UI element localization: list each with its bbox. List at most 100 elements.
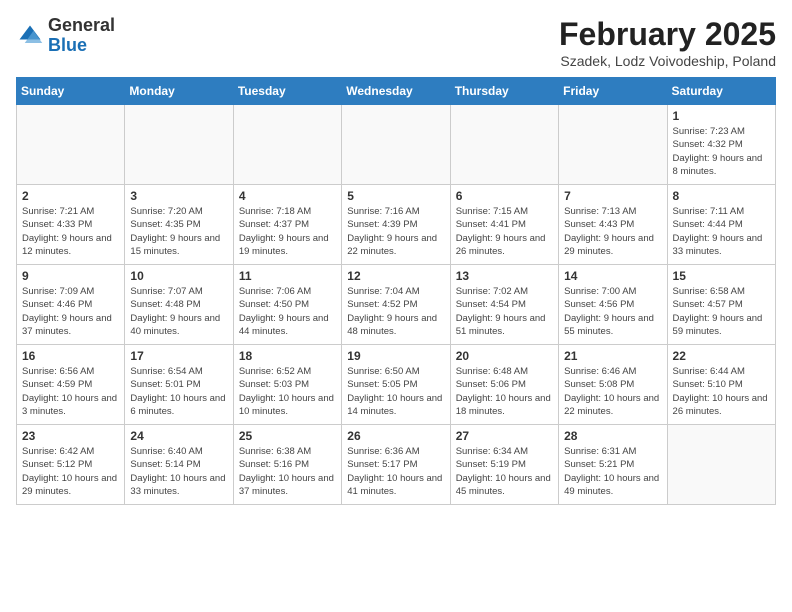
- day-info: Sunrise: 6:48 AMSunset: 5:06 PMDaylight:…: [456, 365, 553, 418]
- calendar-cell: [450, 105, 558, 185]
- calendar-cell: 7 Sunrise: 7:13 AMSunset: 4:43 PMDaylight…: [559, 185, 667, 265]
- logo-general: General: [48, 15, 115, 35]
- title-area: February 2025 Szadek, Lodz Voivodeship, …: [559, 16, 776, 69]
- day-info: Sunrise: 6:36 AMSunset: 5:17 PMDaylight:…: [347, 445, 444, 498]
- calendar-cell: 3Sunrise: 7:20 AMSunset: 4:35 PMDaylight…: [125, 185, 233, 265]
- day-number: 6: [456, 189, 553, 203]
- day-info: Sunrise: 7:16 AMSunset: 4:39 PMDaylight:…: [347, 205, 444, 258]
- day-info: Sunrise: 6:34 AMSunset: 5:19 PMDaylight:…: [456, 445, 553, 498]
- day-number: 1: [673, 109, 770, 123]
- day-info: Sunrise: 6:58 AMSunset: 4:57 PMDaylight:…: [673, 285, 770, 338]
- calendar-cell: [233, 105, 341, 185]
- calendar-cell: [17, 105, 125, 185]
- day-number: 28: [564, 429, 661, 443]
- day-number: 16: [22, 349, 119, 363]
- day-number: 17: [130, 349, 227, 363]
- calendar-cell: 28Sunrise: 6:31 AMSunset: 5:21 PMDayligh…: [559, 425, 667, 505]
- day-info: Sunrise: 7:23 AMSunset: 4:32 PMDaylight:…: [673, 125, 770, 178]
- calendar-table: SundayMondayTuesdayWednesdayThursdayFrid…: [16, 77, 776, 505]
- day-number: 19: [347, 349, 444, 363]
- day-number: 14: [564, 269, 661, 283]
- day-info: Sunrise: 6:44 AMSunset: 5:10 PMDaylight:…: [673, 365, 770, 418]
- day-info: Sunrise: 7:13 AMSunset: 4:43 PMDaylight:…: [564, 205, 661, 258]
- day-number: 11: [239, 269, 336, 283]
- calendar-cell: 27 Sunrise: 6:34 AMSunset: 5:19 PMDayligh…: [450, 425, 558, 505]
- day-number: 26: [347, 429, 444, 443]
- calendar-cell: 9 Sunrise: 7:09 AMSunset: 4:46 PMDaylight…: [17, 265, 125, 345]
- calendar-week-row: 23 Sunrise: 6:42 AMSunset: 5:12 PMDayligh…: [17, 425, 776, 505]
- weekday-header-tuesday: Tuesday: [233, 78, 341, 105]
- day-number: 7: [564, 189, 661, 203]
- day-number: 18: [239, 349, 336, 363]
- day-number: 2: [22, 189, 119, 203]
- calendar-cell: 15 Sunrise: 6:58 AMSunset: 4:57 PMDayligh…: [667, 265, 775, 345]
- day-number: 8: [673, 189, 770, 203]
- weekday-header-sunday: Sunday: [17, 78, 125, 105]
- day-number: 3: [130, 189, 227, 203]
- day-number: 9: [22, 269, 119, 283]
- calendar-header-row: SundayMondayTuesdayWednesdayThursdayFrid…: [17, 78, 776, 105]
- calendar-cell: 22 Sunrise: 6:44 AMSunset: 5:10 PMDayligh…: [667, 345, 775, 425]
- calendar-cell: 23 Sunrise: 6:42 AMSunset: 5:12 PMDayligh…: [17, 425, 125, 505]
- day-number: 15: [673, 269, 770, 283]
- day-info: Sunrise: 7:04 AMSunset: 4:52 PMDaylight:…: [347, 285, 444, 338]
- location-subtitle: Szadek, Lodz Voivodeship, Poland: [559, 53, 776, 69]
- logo-blue: Blue: [48, 35, 87, 55]
- day-info: Sunrise: 6:38 AMSunset: 5:16 PMDaylight:…: [239, 445, 336, 498]
- day-info: Sunrise: 7:09 AMSunset: 4:46 PMDaylight:…: [22, 285, 119, 338]
- calendar-cell: 12 Sunrise: 7:04 AMSunset: 4:52 PMDayligh…: [342, 265, 450, 345]
- calendar-cell: 10Sunrise: 7:07 AMSunset: 4:48 PMDayligh…: [125, 265, 233, 345]
- day-info: Sunrise: 6:50 AMSunset: 5:05 PMDaylight:…: [347, 365, 444, 418]
- calendar-cell: 11Sunrise: 7:06 AMSunset: 4:50 PMDayligh…: [233, 265, 341, 345]
- calendar-cell: 8 Sunrise: 7:11 AMSunset: 4:44 PMDaylight…: [667, 185, 775, 265]
- calendar-week-row: 1 Sunrise: 7:23 AMSunset: 4:32 PMDaylight…: [17, 105, 776, 185]
- day-info: Sunrise: 7:21 AMSunset: 4:33 PMDaylight:…: [22, 205, 119, 258]
- calendar-week-row: 16Sunrise: 6:56 AMSunset: 4:59 PMDayligh…: [17, 345, 776, 425]
- day-number: 10: [130, 269, 227, 283]
- calendar-cell: [125, 105, 233, 185]
- day-info: Sunrise: 7:00 AMSunset: 4:56 PMDaylight:…: [564, 285, 661, 338]
- weekday-header-monday: Monday: [125, 78, 233, 105]
- day-number: 12: [347, 269, 444, 283]
- weekday-header-friday: Friday: [559, 78, 667, 105]
- calendar-cell: 19 Sunrise: 6:50 AMSunset: 5:05 PMDayligh…: [342, 345, 450, 425]
- day-number: 27: [456, 429, 553, 443]
- day-info: Sunrise: 7:02 AMSunset: 4:54 PMDaylight:…: [456, 285, 553, 338]
- calendar-cell: [667, 425, 775, 505]
- weekday-header-thursday: Thursday: [450, 78, 558, 105]
- day-info: Sunrise: 6:54 AMSunset: 5:01 PMDaylight:…: [130, 365, 227, 418]
- calendar-cell: 18 Sunrise: 6:52 AMSunset: 5:03 PMDayligh…: [233, 345, 341, 425]
- calendar-cell: [559, 105, 667, 185]
- calendar-cell: 17 Sunrise: 6:54 AMSunset: 5:01 PMDayligh…: [125, 345, 233, 425]
- day-number: 5: [347, 189, 444, 203]
- calendar-cell: 21 Sunrise: 6:46 AMSunset: 5:08 PMDayligh…: [559, 345, 667, 425]
- day-number: 22: [673, 349, 770, 363]
- month-title: February 2025: [559, 16, 776, 53]
- calendar-cell: 14 Sunrise: 7:00 AMSunset: 4:56 PMDayligh…: [559, 265, 667, 345]
- calendar-cell: [342, 105, 450, 185]
- calendar-cell: 2 Sunrise: 7:21 AMSunset: 4:33 PMDaylight…: [17, 185, 125, 265]
- day-info: Sunrise: 7:11 AMSunset: 4:44 PMDaylight:…: [673, 205, 770, 258]
- calendar-cell: 25Sunrise: 6:38 AMSunset: 5:16 PMDayligh…: [233, 425, 341, 505]
- day-number: 24: [130, 429, 227, 443]
- weekday-header-wednesday: Wednesday: [342, 78, 450, 105]
- day-info: Sunrise: 6:46 AMSunset: 5:08 PMDaylight:…: [564, 365, 661, 418]
- calendar-cell: 24 Sunrise: 6:40 AMSunset: 5:14 PMDayligh…: [125, 425, 233, 505]
- day-number: 13: [456, 269, 553, 283]
- day-info: Sunrise: 6:52 AMSunset: 5:03 PMDaylight:…: [239, 365, 336, 418]
- day-info: Sunrise: 6:42 AMSunset: 5:12 PMDaylight:…: [22, 445, 119, 498]
- logo-icon: [16, 22, 44, 50]
- calendar-cell: 5 Sunrise: 7:16 AMSunset: 4:39 PMDaylight…: [342, 185, 450, 265]
- calendar-cell: 16Sunrise: 6:56 AMSunset: 4:59 PMDayligh…: [17, 345, 125, 425]
- calendar-cell: 4Sunrise: 7:18 AMSunset: 4:37 PMDaylight…: [233, 185, 341, 265]
- day-info: Sunrise: 6:40 AMSunset: 5:14 PMDaylight:…: [130, 445, 227, 498]
- day-number: 23: [22, 429, 119, 443]
- calendar-cell: 6Sunrise: 7:15 AMSunset: 4:41 PMDaylight…: [450, 185, 558, 265]
- logo: General Blue: [16, 16, 115, 56]
- calendar-cell: 26 Sunrise: 6:36 AMSunset: 5:17 PMDayligh…: [342, 425, 450, 505]
- day-info: Sunrise: 7:18 AMSunset: 4:37 PMDaylight:…: [239, 205, 336, 258]
- calendar-cell: 1 Sunrise: 7:23 AMSunset: 4:32 PMDaylight…: [667, 105, 775, 185]
- day-number: 21: [564, 349, 661, 363]
- day-number: 20: [456, 349, 553, 363]
- calendar-cell: 20 Sunrise: 6:48 AMSunset: 5:06 PMDayligh…: [450, 345, 558, 425]
